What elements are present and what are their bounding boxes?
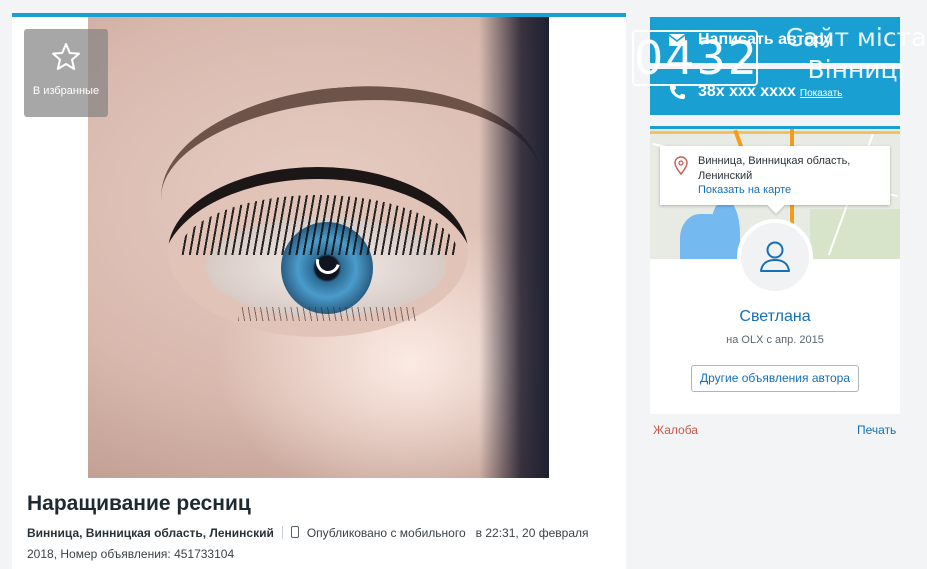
seller-name[interactable]: Светлана <box>650 308 900 326</box>
seller-card: Винница, Винницкая область, Ленинский По… <box>650 126 900 414</box>
listing-location: Винница, Винницкая область, Ленинский <box>27 526 274 540</box>
other-ads-button[interactable]: Другие объявления автора <box>691 365 859 392</box>
member-since: на OLX с апр. 2015 <box>726 334 824 346</box>
mail-icon <box>668 34 686 46</box>
phone-icon <box>669 84 685 100</box>
write-author-button[interactable]: Написать автору <box>650 17 900 63</box>
ad-number: Номер объявления: 451733104 <box>60 547 235 561</box>
photo-lower-lashes <box>238 307 418 321</box>
map-pin-icon <box>674 156 688 175</box>
show-phone-link[interactable]: Показать <box>800 88 843 99</box>
phone-button[interactable]: 38x xxx xxxx Показать <box>650 69 900 115</box>
address-popup: Винница, Винницкая область, Ленинский По… <box>660 146 890 205</box>
map-water <box>710 199 740 259</box>
listing-card: В избранные Наращивание ресниц Винница, … <box>12 13 626 569</box>
divider <box>281 526 283 539</box>
address-text: Винница, Винницкая область, Ленинский <box>698 155 851 182</box>
listing-photo[interactable] <box>88 17 549 478</box>
avatar[interactable] <box>737 219 813 295</box>
listing-title: Наращивание ресниц <box>27 492 251 515</box>
photo-shadow <box>479 17 549 478</box>
mobile-icon <box>290 526 299 538</box>
show-on-map-link[interactable]: Показать на карте <box>698 183 791 198</box>
user-icon <box>760 241 790 272</box>
map-park <box>810 209 900 259</box>
star-icon <box>52 43 80 70</box>
map-road <box>650 131 900 134</box>
favorites-label: В избранные <box>32 85 100 97</box>
add-to-favorites-button[interactable]: В избранные <box>24 29 108 117</box>
phone-number: 38x xxx xxxx <box>698 83 796 100</box>
write-author-label: Написать автору <box>698 31 833 48</box>
published-label: Опубликовано с мобильного <box>306 526 466 540</box>
complain-link[interactable]: Жалоба <box>653 423 698 437</box>
print-link[interactable]: Печать <box>857 423 896 437</box>
listing-meta: Винница, Винницкая область, Ленинский Опу… <box>27 523 617 565</box>
